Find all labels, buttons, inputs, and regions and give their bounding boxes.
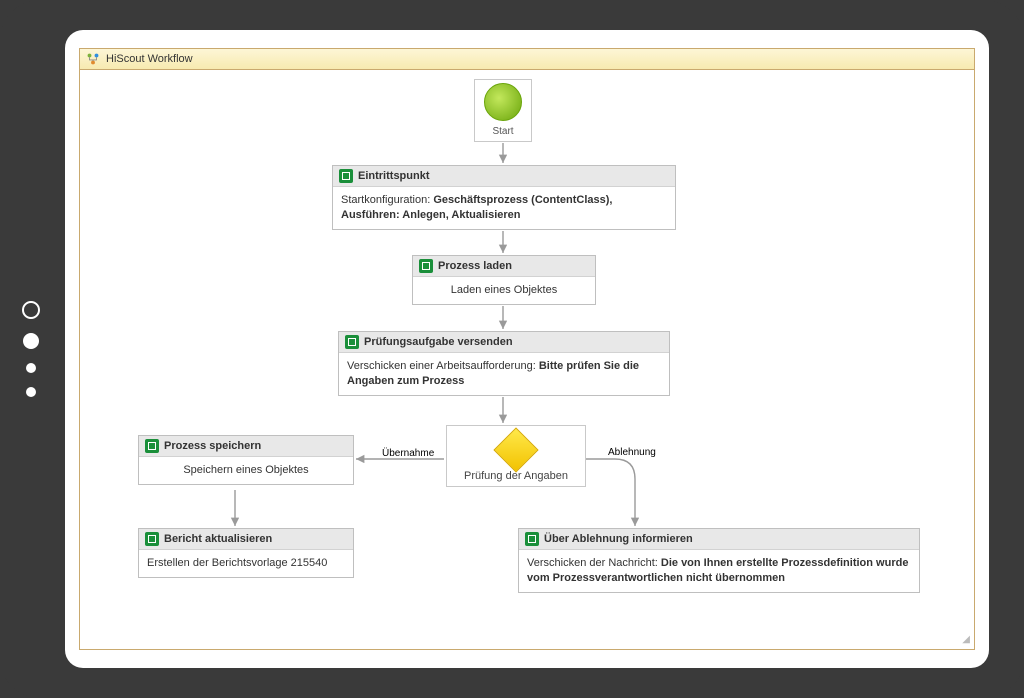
start-node[interactable]: Start — [474, 79, 532, 142]
sensor-dot-icon — [26, 387, 36, 397]
tablet-frame: HiScout Workflow — [0, 0, 1024, 698]
screen: HiScout Workflow — [65, 30, 989, 668]
start-circle-icon — [484, 83, 522, 121]
activity-icon — [145, 532, 159, 546]
decision-node[interactable]: Prüfung der Angaben — [446, 425, 586, 487]
activity-icon — [419, 259, 433, 273]
activity-title: Prozess speichern — [164, 440, 261, 452]
activity-body: Startkonfiguration: Geschäftsprozess (Co… — [333, 187, 675, 229]
activity-body: Verschicken einer Arbeitsaufforderung: B… — [339, 353, 669, 395]
workflow-canvas[interactable]: Übernahme Ablehnung Start Eintrittspunkt — [80, 71, 974, 649]
tablet-side-controls — [22, 301, 40, 397]
activity-entry[interactable]: Eintrittspunkt Startkonfiguration: Gesch… — [332, 165, 676, 230]
activity-send[interactable]: Prüfungsaufgabe versenden Verschicken ei… — [338, 331, 670, 396]
activity-title: Bericht aktualisieren — [164, 533, 272, 545]
panel-title: HiScout Workflow — [106, 53, 193, 65]
activity-body: Erstellen der Berichtsvorlage 215540 — [139, 550, 353, 577]
activity-report[interactable]: Bericht aktualisieren Erstellen der Beri… — [138, 528, 354, 578]
start-label: Start — [475, 124, 531, 137]
workflow-panel: HiScout Workflow — [79, 48, 975, 650]
activity-save[interactable]: Prozess speichern Speichern eines Objekt… — [138, 435, 354, 485]
panel-titlebar: HiScout Workflow — [80, 49, 974, 70]
diamond-icon — [493, 427, 538, 472]
resize-grip-icon[interactable]: ◢ — [962, 634, 970, 645]
activity-icon — [525, 532, 539, 546]
activity-body: Verschicken der Nachricht: Die von Ihnen… — [519, 550, 919, 592]
activity-body: Speichern eines Objektes — [139, 457, 353, 484]
activity-icon — [339, 169, 353, 183]
activity-title: Eintrittspunkt — [358, 170, 430, 182]
edge-label-accept: Übernahme — [382, 447, 435, 459]
activity-icon — [145, 439, 159, 453]
activity-title: Prüfungsaufgabe versenden — [364, 336, 513, 348]
camera-ring-icon — [22, 301, 40, 319]
activity-icon — [345, 335, 359, 349]
workflow-icon — [86, 52, 100, 66]
edge-label-reject: Ablehnung — [608, 447, 656, 458]
home-button-icon — [23, 333, 39, 349]
activity-load[interactable]: Prozess laden Laden eines Objektes — [412, 255, 596, 305]
activity-title: Prozess laden — [438, 260, 512, 272]
activity-reject-inform[interactable]: Über Ablehnung informieren Verschicken d… — [518, 528, 920, 593]
sensor-dot-icon — [26, 363, 36, 373]
activity-body: Laden eines Objektes — [413, 277, 595, 304]
activity-title: Über Ablehnung informieren — [544, 533, 693, 545]
